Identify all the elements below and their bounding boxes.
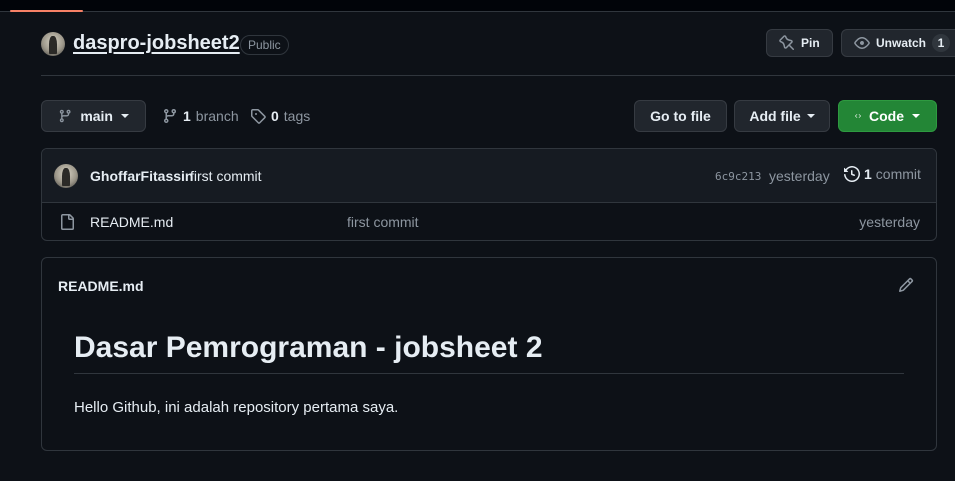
chevron-down-icon <box>806 114 815 118</box>
file-time: yesterday <box>859 214 920 230</box>
unwatch-button[interactable]: Unwatch 1 <box>841 29 955 57</box>
active-tab-underline <box>10 10 83 12</box>
git-branch-icon <box>59 109 71 123</box>
history-icon <box>844 166 860 182</box>
tag-icon <box>251 109 266 124</box>
tag-label: tags <box>283 108 311 124</box>
readme-heading: Dasar Pemrograman - jobsheet 2 <box>74 331 904 374</box>
commit-count-label: commit <box>875 166 921 182</box>
code-icon <box>855 114 861 118</box>
commit-message-link[interactable]: first commit <box>190 168 262 184</box>
pin-label: Pin <box>801 36 820 50</box>
go-to-file-button[interactable]: Go to file <box>634 100 727 132</box>
branch-select-button[interactable]: main <box>41 100 146 132</box>
file-row[interactable]: README.md first commit yesterday <box>42 203 936 240</box>
add-file-label: Add file <box>749 108 801 124</box>
commit-time: yesterday <box>769 168 830 184</box>
code-button[interactable]: Code <box>838 100 937 132</box>
watch-count: 1 <box>932 34 951 52</box>
branch-label: branch <box>195 108 239 124</box>
commit-author-link[interactable]: GhoffarFitassin <box>90 168 193 184</box>
commit-sha-link[interactable]: 6c9c213 <box>715 170 761 183</box>
branch-count: 1 <box>183 108 191 124</box>
repo-name-link[interactable]: daspro-jobsheet2 <box>73 32 240 55</box>
file-name-link[interactable]: README.md <box>90 214 173 230</box>
branch-name: main <box>80 108 113 124</box>
chevron-down-icon <box>912 114 920 118</box>
readme-body: Hello Github, ini adalah repository pert… <box>74 399 399 416</box>
visibility-badge: Public <box>240 35 289 55</box>
tags-link[interactable]: 0 tags <box>250 100 310 132</box>
repo-header: daspro-jobsheet2 Public Pin Unwatch 1 <box>41 29 955 76</box>
committer-avatar[interactable] <box>54 164 78 188</box>
pencil-icon[interactable] <box>898 277 914 296</box>
repo-toolbar: main 1 branch 0 tags Go to file Add file… <box>41 100 937 132</box>
add-file-button[interactable]: Add file <box>734 100 830 132</box>
commit-count: 1 <box>864 166 872 182</box>
readme-title: README.md <box>58 278 144 294</box>
commit-history-link[interactable]: 1 commit <box>844 166 921 182</box>
readme-panel: README.md Dasar Pemrograman - jobsheet 2… <box>41 257 937 451</box>
code-label: Code <box>869 108 904 124</box>
latest-commit-row: GhoffarFitassin first commit 6c9c213 yes… <box>42 149 936 203</box>
owner-avatar[interactable] <box>41 32 65 56</box>
eye-icon <box>854 37 870 49</box>
top-nav-bar <box>0 0 955 12</box>
file-icon <box>59 214 75 233</box>
unwatch-label: Unwatch <box>876 36 927 50</box>
file-browser: GhoffarFitassin first commit 6c9c213 yes… <box>41 148 937 241</box>
git-branch-icon <box>163 109 176 124</box>
branches-link[interactable]: 1 branch <box>162 100 239 132</box>
file-commit-message-link[interactable]: first commit <box>347 214 419 230</box>
tag-count: 0 <box>271 108 279 124</box>
chevron-down-icon <box>121 114 129 118</box>
pin-button[interactable]: Pin <box>766 29 833 57</box>
pin-icon <box>779 35 794 50</box>
